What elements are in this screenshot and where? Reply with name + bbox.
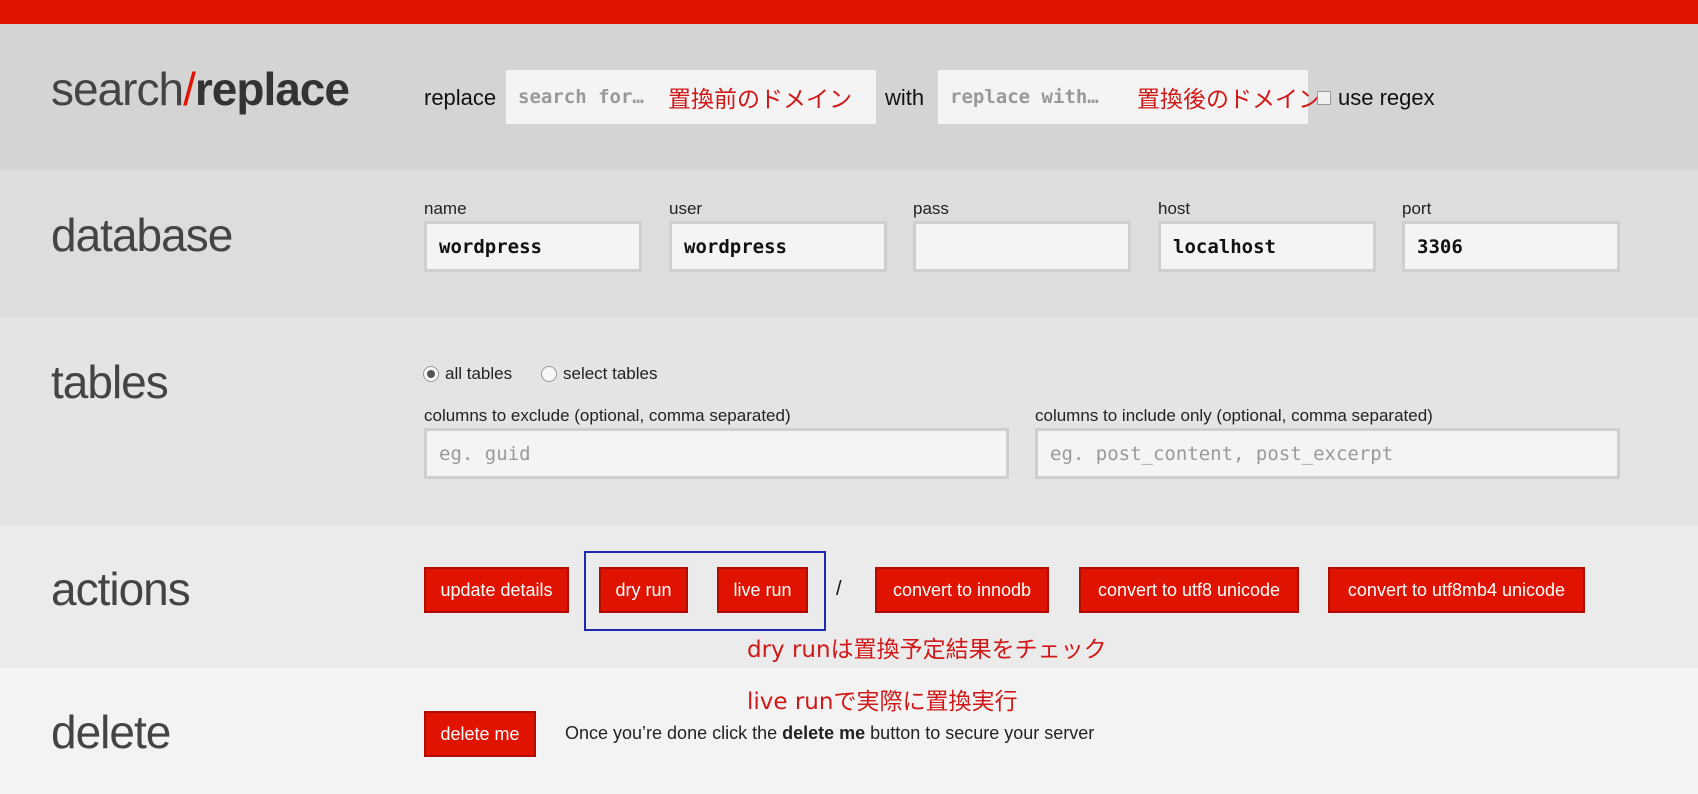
app-logo: search/replace: [51, 62, 350, 116]
use-regex-checkbox[interactable]: [1317, 91, 1331, 105]
db-host-value: localhost: [1173, 235, 1276, 258]
delete-me-button[interactable]: delete me: [424, 711, 536, 757]
live-run-annotation: live runで実際に置換実行: [747, 689, 1018, 715]
db-name-label: name: [424, 199, 467, 218]
db-pass-input[interactable]: [913, 221, 1131, 272]
actions-title: actions: [51, 563, 191, 615]
delete-text-after: button to secure your server: [865, 723, 1095, 743]
replace-annotation: 置換後のドメイン: [1137, 87, 1321, 113]
logo-replace: replace: [194, 63, 350, 115]
top-accent-bar: [0, 0, 1698, 24]
delete-text-before: Once you’re done click the: [565, 723, 783, 743]
database-title: database: [51, 209, 233, 261]
db-port-input[interactable]: 3306: [1402, 221, 1620, 272]
tables-title: tables: [51, 356, 169, 408]
actions-separator: /: [836, 578, 842, 600]
search-placeholder: search for…: [518, 86, 644, 108]
db-host-label: host: [1158, 199, 1191, 218]
all-tables-radio[interactable]: [423, 366, 439, 382]
logo-slash: /: [183, 63, 196, 115]
db-host-input[interactable]: localhost: [1158, 221, 1376, 272]
replace-label: replace: [424, 85, 497, 110]
include-columns-placeholder: eg. post_content, post_excerpt: [1050, 442, 1394, 465]
dry-run-annotation: dry runは置換予定結果をチェック: [747, 637, 1107, 663]
exclude-columns-placeholder: eg. guid: [439, 442, 531, 465]
delete-text-bold: delete me: [782, 723, 866, 743]
live-run-button[interactable]: live run: [717, 567, 808, 613]
exclude-columns-input[interactable]: eg. guid: [424, 428, 1009, 479]
use-regex-label: use regex: [1338, 85, 1435, 110]
db-port-value: 3306: [1417, 235, 1463, 258]
db-port-label: port: [1402, 199, 1432, 218]
convert-utf8mb4-button[interactable]: convert to utf8mb4 unicode: [1328, 567, 1585, 613]
delete-instructions: Once you’re done click the delete me but…: [565, 723, 1094, 744]
update-details-button[interactable]: update details: [424, 567, 569, 613]
convert-innodb-button[interactable]: convert to innodb: [875, 567, 1049, 613]
delete-title: delete: [51, 706, 171, 758]
db-name-input[interactable]: wordpress: [424, 221, 642, 272]
dry-run-button[interactable]: dry run: [599, 567, 688, 613]
replace-placeholder: replace with…: [950, 86, 1099, 108]
convert-utf8-button[interactable]: convert to utf8 unicode: [1079, 567, 1299, 613]
db-user-label: user: [669, 199, 703, 218]
logo-search: search: [51, 63, 184, 115]
select-tables-radio[interactable]: [541, 366, 557, 382]
db-user-value: wordpress: [684, 235, 787, 258]
with-label: with: [885, 85, 925, 110]
db-pass-label: pass: [913, 199, 949, 218]
db-name-value: wordpress: [439, 235, 542, 258]
db-user-input[interactable]: wordpress: [669, 221, 887, 272]
include-columns-label: columns to include only (optional, comma…: [1035, 406, 1433, 425]
include-columns-input[interactable]: eg. post_content, post_excerpt: [1035, 428, 1620, 479]
select-tables-label: select tables: [563, 364, 658, 383]
all-tables-label: all tables: [445, 364, 513, 383]
tables-section: [0, 317, 1698, 525]
search-annotation: 置換前のドメイン: [668, 87, 852, 113]
exclude-columns-label: columns to exclude (optional, comma sepa…: [424, 406, 791, 425]
